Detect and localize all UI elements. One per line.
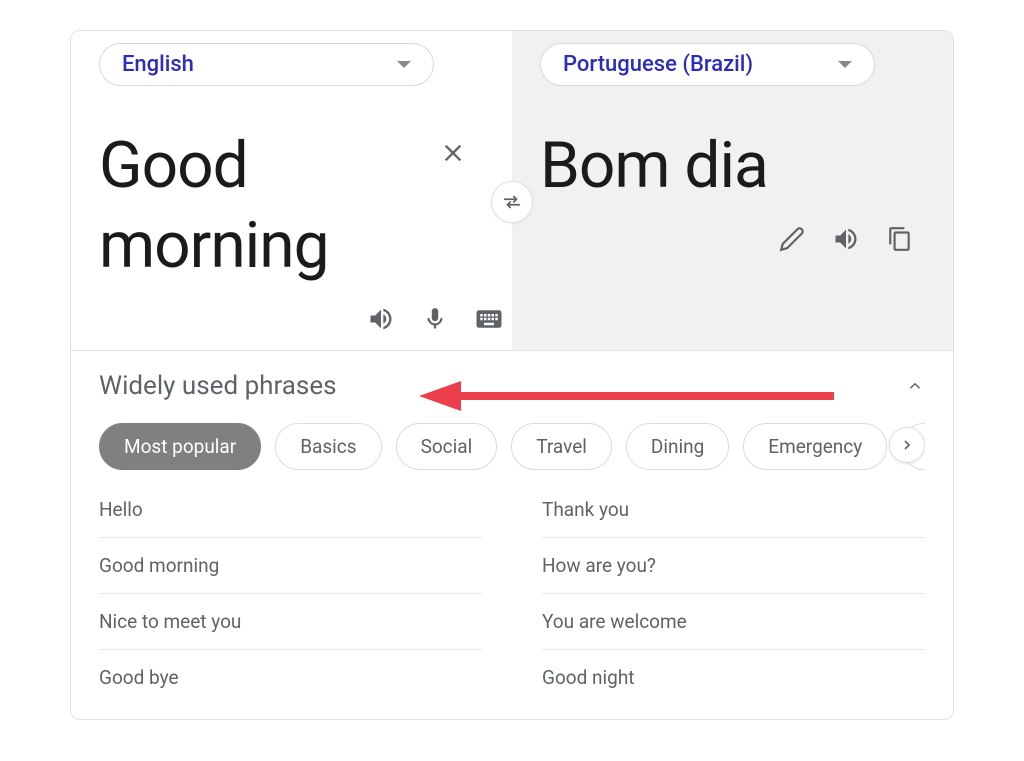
source-language-selector[interactable]: English	[99, 43, 434, 86]
phrases-section: Widely used phrases Most popular Basics …	[71, 351, 953, 719]
chevron-right-icon	[899, 437, 915, 453]
phrase-item[interactable]: Hello	[99, 498, 482, 538]
category-chip-basics[interactable]: Basics	[275, 423, 381, 470]
swap-languages-button[interactable]	[491, 181, 533, 223]
microphone-icon	[422, 306, 448, 332]
category-chip-dining[interactable]: Dining	[626, 423, 729, 470]
target-pane: Portuguese (Brazil) Bom dia	[512, 31, 953, 350]
source-pane: English Good morning	[71, 31, 512, 350]
listen-target-button[interactable]	[831, 224, 861, 254]
annotation-arrow	[419, 381, 839, 421]
copy-icon	[887, 226, 913, 252]
translation-panes: English Good morning	[71, 31, 953, 351]
category-chip-social[interactable]: Social	[396, 423, 498, 470]
phrase-item[interactable]: Thank you	[542, 498, 925, 538]
edit-button[interactable]	[777, 224, 807, 254]
target-language-selector[interactable]: Portuguese (Brazil)	[540, 43, 875, 86]
chevron-up-icon	[906, 377, 924, 395]
category-chip-most-popular[interactable]: Most popular	[99, 423, 261, 470]
listen-source-button[interactable]	[366, 304, 396, 334]
chevron-down-icon	[838, 61, 852, 68]
phrase-column-left: Hello Good morning Nice to meet you Good…	[99, 498, 482, 705]
target-text: Bom dia	[540, 126, 925, 206]
speaker-icon	[367, 305, 395, 333]
target-actions	[540, 224, 925, 254]
category-chip-travel[interactable]: Travel	[511, 423, 612, 470]
translator-card: English Good morning	[70, 30, 954, 720]
chip-scroll-right-button[interactable]	[889, 427, 925, 463]
phrase-item[interactable]: How are you?	[542, 538, 925, 594]
phrase-item[interactable]: You are welcome	[542, 594, 925, 650]
phrase-column-right: Thank you How are you? You are welcome G…	[542, 498, 925, 705]
phrase-item[interactable]: Nice to meet you	[99, 594, 482, 650]
phrase-list: Hello Good morning Nice to meet you Good…	[99, 498, 925, 705]
phrase-item[interactable]: Good morning	[99, 538, 482, 594]
pencil-icon	[779, 226, 805, 252]
close-icon	[442, 142, 464, 164]
copy-button[interactable]	[885, 224, 915, 254]
category-chip-emergency[interactable]: Emergency	[743, 423, 887, 470]
collapse-button[interactable]	[905, 376, 925, 396]
category-chips: Most popular Basics Social Travel Dining…	[99, 423, 925, 470]
keyboard-icon	[474, 304, 504, 334]
chevron-down-icon	[397, 61, 411, 68]
phrase-item[interactable]: Good night	[542, 650, 925, 705]
phrase-item[interactable]: Good bye	[99, 650, 482, 705]
source-language-label: English	[122, 52, 194, 77]
source-text[interactable]: Good morning	[99, 126, 484, 286]
phrases-title: Widely used phrases	[99, 371, 337, 401]
target-language-label: Portuguese (Brazil)	[563, 52, 753, 77]
speaker-icon	[832, 225, 860, 253]
microphone-button[interactable]	[420, 304, 450, 334]
swap-icon	[501, 191, 523, 213]
source-actions	[99, 304, 504, 334]
keyboard-button[interactable]	[474, 304, 504, 334]
clear-button[interactable]	[442, 141, 464, 169]
phrases-header: Widely used phrases	[99, 371, 925, 401]
